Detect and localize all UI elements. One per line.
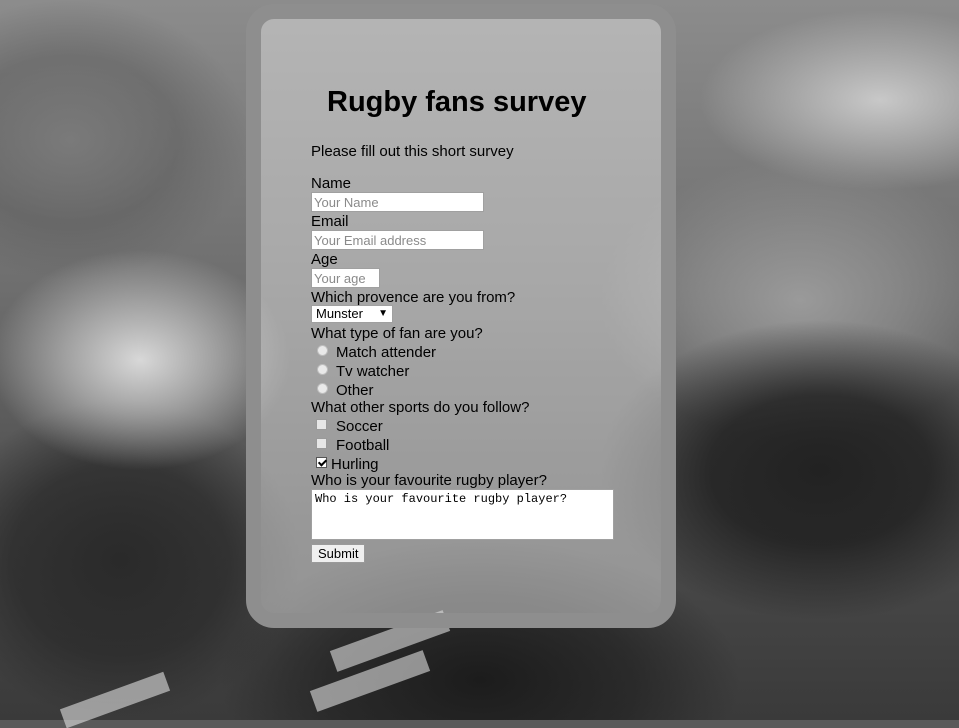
sports-label: What other sports do you follow? bbox=[311, 399, 530, 416]
email-label: Email bbox=[311, 213, 349, 230]
fan-type-label: What type of fan are you? bbox=[311, 325, 483, 342]
checkbox-hurling[interactable] bbox=[316, 457, 327, 468]
survey-intro: Please fill out this short survey bbox=[311, 143, 514, 160]
favourite-player-textarea[interactable] bbox=[311, 489, 614, 540]
name-input[interactable] bbox=[311, 192, 484, 212]
radio-match-attender[interactable] bbox=[317, 345, 328, 356]
province-select[interactable]: Munster ▼ bbox=[311, 305, 393, 323]
checkbox-football[interactable] bbox=[316, 438, 327, 449]
email-input[interactable] bbox=[311, 230, 484, 250]
submit-button[interactable]: Submit bbox=[311, 544, 366, 563]
name-label: Name bbox=[311, 175, 352, 192]
radio-tv-watcher[interactable] bbox=[317, 364, 328, 375]
checkbox-label-soccer: Soccer bbox=[336, 418, 383, 435]
favourite-player-label: Who is your favourite rugby player? bbox=[311, 472, 547, 489]
checkbox-soccer[interactable] bbox=[316, 419, 327, 430]
radio-label-tv-watcher: Tv watcher bbox=[336, 363, 410, 380]
age-label: Age bbox=[311, 251, 338, 268]
age-input[interactable] bbox=[311, 268, 380, 288]
radio-label-other: Other bbox=[336, 382, 374, 399]
checkbox-label-football: Football bbox=[336, 437, 390, 454]
dropdown-arrow-icon: ▼ bbox=[378, 308, 388, 319]
province-selected-value: Munster bbox=[316, 306, 363, 321]
page-title: Rugby fans survey bbox=[327, 86, 587, 118]
radio-other[interactable] bbox=[317, 383, 328, 394]
radio-label-match-attender: Match attender bbox=[336, 344, 437, 361]
